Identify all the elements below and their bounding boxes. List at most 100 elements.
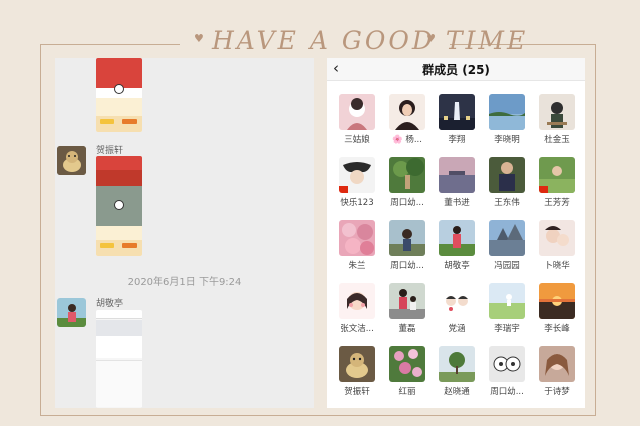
member-avatar <box>489 220 525 256</box>
member-avatar <box>489 157 525 193</box>
member-name: 朱兰 <box>348 261 366 271</box>
member-name: 周口幼... <box>390 198 424 208</box>
poster-button <box>122 243 137 248</box>
member-item[interactable]: 李瑞宇 <box>482 283 532 334</box>
member-item[interactable]: 李长峰 <box>532 283 582 334</box>
screenshot-content <box>96 336 142 358</box>
member-name: 杜金玉 <box>544 135 570 145</box>
member-item[interactable]: 朱兰 <box>332 220 382 271</box>
member-item[interactable]: 王东伟 <box>482 157 532 208</box>
member-name: 李瑞宇 <box>494 324 520 334</box>
member-avatar <box>439 283 475 319</box>
member-name: 快乐123 <box>340 198 374 208</box>
member-item[interactable]: 三姑娘 <box>332 94 382 145</box>
member-item[interactable]: 红丽 <box>382 346 432 397</box>
member-item[interactable]: 贺振轩 <box>332 346 382 397</box>
avatar[interactable] <box>57 298 86 327</box>
member-name: 🌸 杨... <box>392 135 422 145</box>
member-item[interactable]: 杜金玉 <box>532 94 582 145</box>
member-avatar <box>539 94 575 130</box>
member-name: 董书进 <box>444 198 470 208</box>
member-avatar <box>339 157 375 193</box>
image-message[interactable] <box>96 156 142 256</box>
member-name: 王东伟 <box>494 198 520 208</box>
member-avatar <box>339 346 375 382</box>
member-item[interactable]: 周口幼... <box>382 157 432 208</box>
member-item[interactable]: 周口幼... <box>382 220 432 271</box>
poster-button <box>100 119 114 124</box>
heart-icon: ♥ <box>194 32 204 45</box>
image-message[interactable] <box>96 58 142 132</box>
poster-banner <box>96 170 142 186</box>
member-avatar <box>489 283 525 319</box>
member-avatar <box>389 283 425 319</box>
member-avatar <box>539 346 575 382</box>
member-name: 周口幼... <box>490 387 524 397</box>
member-avatar <box>539 220 575 256</box>
member-avatar <box>489 94 525 130</box>
member-item[interactable]: 董磊 <box>382 283 432 334</box>
screenshot-header <box>96 310 142 319</box>
member-avatar <box>439 157 475 193</box>
member-name: 李翔 <box>448 135 466 145</box>
member-item[interactable]: 于诗梦 <box>532 346 582 397</box>
panel-title: 群成员 (25) <box>422 63 490 77</box>
member-avatar <box>439 346 475 382</box>
member-item[interactable]: 赵晓通 <box>432 346 482 397</box>
member-item[interactable]: 李晓明 <box>482 94 532 145</box>
avatar[interactable] <box>57 146 86 175</box>
check-icon <box>114 84 124 94</box>
poster-header <box>96 156 142 170</box>
banner: ♥ HAVE A GOOD TIME ♥ <box>180 22 529 62</box>
member-avatar <box>339 220 375 256</box>
member-item[interactable]: 冯园园 <box>482 220 532 271</box>
member-name: 周口幼... <box>390 261 424 271</box>
screenshot-footer <box>96 360 142 407</box>
member-avatar <box>389 220 425 256</box>
member-item[interactable]: 🌸 杨... <box>382 94 432 145</box>
member-avatar <box>439 220 475 256</box>
member-item[interactable]: 王芳芳 <box>532 157 582 208</box>
member-item[interactable]: 董书进 <box>432 157 482 208</box>
member-avatar <box>539 157 575 193</box>
member-item[interactable]: 胡敬亭 <box>432 220 482 271</box>
member-name: 李长峰 <box>544 324 570 334</box>
banner-title: HAVE A GOOD TIME <box>212 26 529 55</box>
member-item[interactable]: 卜晓华 <box>532 220 582 271</box>
poster-body <box>96 98 142 116</box>
screenshot-content <box>96 320 142 336</box>
member-name: 党涵 <box>448 324 466 334</box>
member-name: 王芳芳 <box>544 198 570 208</box>
sender-name: 贺振轩 <box>96 146 124 156</box>
chat-window: 贺振轩 2020年6月1日 下午9:24 胡敬亭 <box>55 58 314 408</box>
member-avatar <box>339 283 375 319</box>
member-avatar <box>539 283 575 319</box>
member-avatar <box>489 346 525 382</box>
heart-icon: ♥ <box>426 32 436 45</box>
member-name: 董磊 <box>398 324 416 334</box>
member-name: 赵晓通 <box>444 387 470 397</box>
member-avatar <box>339 94 375 130</box>
member-item[interactable]: 快乐123 <box>332 157 382 208</box>
member-name: 卜晓华 <box>544 261 570 271</box>
member-item[interactable]: 李翔 <box>432 94 482 145</box>
member-item[interactable]: 党涵 <box>432 283 482 334</box>
member-name: 红丽 <box>398 387 416 397</box>
member-name: 冯园园 <box>494 261 520 271</box>
panel-header: ‹ 群成员 (25) <box>327 58 585 81</box>
poster-body <box>96 226 142 240</box>
group-members-panel: ‹ 群成员 (25) 三姑娘 🌸 杨... 李翔 李晓明 杜金玉 快乐123 周… <box>327 58 585 408</box>
image-message[interactable] <box>96 310 142 408</box>
member-avatar <box>439 94 475 130</box>
member-avatar <box>389 94 425 130</box>
member-item[interactable]: 张文洁... <box>332 283 382 334</box>
member-item[interactable]: 周口幼... <box>482 346 532 397</box>
timestamp: 2020年6月1日 下午9:24 <box>127 277 242 288</box>
member-avatar <box>389 346 425 382</box>
member-name: 于诗梦 <box>544 387 570 397</box>
member-avatar <box>389 157 425 193</box>
member-name: 李晓明 <box>494 135 520 145</box>
member-name: 张文洁... <box>340 324 374 334</box>
flag-icon <box>539 186 548 193</box>
check-icon <box>114 200 124 210</box>
